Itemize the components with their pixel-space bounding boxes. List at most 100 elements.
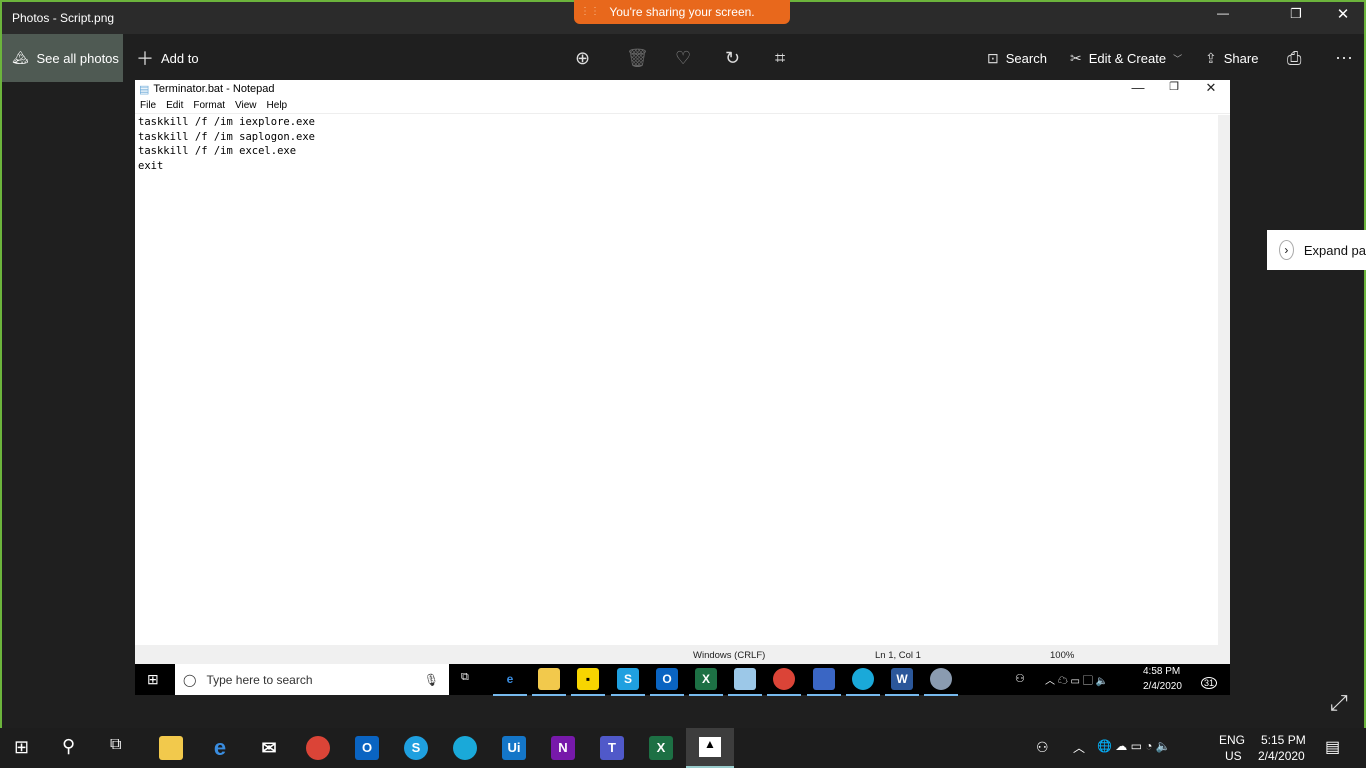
more-icon: ⋯ xyxy=(1335,47,1353,68)
clock-time[interactable]: 5:15 PM xyxy=(1261,733,1306,747)
windows-start-icon: ⊞ xyxy=(147,671,159,687)
expand-panel-button[interactable]: › Expand pa xyxy=(1267,230,1366,270)
outlook-button[interactable]: O xyxy=(355,736,379,760)
add-to-button[interactable]: ＋ Add to xyxy=(136,34,199,82)
notepad-menu-bar: File Edit Format View Help xyxy=(135,98,1230,114)
notepad-icon: ▤ xyxy=(139,83,150,96)
app-button[interactable] xyxy=(453,736,477,760)
screenshot-search-box: ◯ Type here to search 🎙 xyxy=(175,664,449,695)
region-indicator[interactable]: US xyxy=(1225,749,1242,763)
uipath-button[interactable]: Ui xyxy=(502,736,526,760)
paint-icon xyxy=(924,668,958,696)
share-button[interactable]: ⇪ Share xyxy=(1205,34,1258,82)
excel-icon: X xyxy=(689,668,723,696)
rotate-button[interactable]: ↻ xyxy=(725,34,740,82)
skype-icon: S xyxy=(611,668,645,696)
search-button[interactable]: ⚲ xyxy=(62,736,75,757)
teams-button[interactable]: T xyxy=(600,736,624,760)
word-icon: W xyxy=(885,668,919,696)
heart-icon: ♡ xyxy=(675,47,692,68)
print-button[interactable]: ⎙ xyxy=(1287,34,1301,82)
close-button[interactable]: ✕ xyxy=(1328,5,1358,23)
cortana-icon: ◯ xyxy=(183,672,197,687)
taskbar: ⊞ ⚲ ⧉ e ✉ O S Ui N T X ▲ ⚇ ︿ 🌐 ☁ ▭ ◔ 🔈 E… xyxy=(0,728,1366,768)
screenshot-taskbar: ⊞ ◯ Type here to search 🎙 ⧉ e ▪ S O X W ⚇ … xyxy=(135,664,1230,696)
app-icon xyxy=(846,668,880,696)
edge-button[interactable]: e xyxy=(208,736,232,760)
clock-date[interactable]: 2/4/2020 xyxy=(1258,749,1305,763)
search-icon: ⊡ xyxy=(987,49,999,66)
title-minimize-button[interactable]: — xyxy=(1208,6,1238,20)
edge-icon: e xyxy=(493,668,527,696)
plus-icon: ＋ xyxy=(136,49,154,69)
notepad-close-button: ✕ xyxy=(1205,80,1217,95)
print-icon: ⎙ xyxy=(1287,47,1302,68)
notepad-minimize-button: — xyxy=(1131,80,1145,95)
clock-time: 4:58 PM xyxy=(1143,666,1181,677)
see-all-photos-button[interactable]: 🏔 See all photos xyxy=(2,34,123,82)
window-title: Photos - Script.png xyxy=(12,11,115,25)
start-button[interactable]: ⊞ xyxy=(14,737,29,758)
photos-toolbar: 🏔 See all photos ＋ Add to ⊕ 🗑 ♡ ↻ ⌗ ⊡ Searc… xyxy=(2,34,1364,82)
sticky-notes-icon: ▪ xyxy=(571,668,605,696)
more-button[interactable]: ⋯ xyxy=(1335,34,1353,82)
zoom-button[interactable]: ⊕ xyxy=(575,34,590,82)
fullscreen-icon[interactable]: ⤢ xyxy=(1330,690,1348,716)
trash-icon: 🗑 xyxy=(626,47,649,68)
edit-icon: ✂ xyxy=(1070,49,1082,66)
maximize-button[interactable]: ❐ xyxy=(1281,6,1311,22)
excel-button[interactable]: X xyxy=(649,736,673,760)
clock-date: 2/4/2020 xyxy=(1143,681,1182,692)
crop-button[interactable]: ⌗ xyxy=(775,34,785,82)
notepad-text: taskkill /f /im iexplore.exe taskkill /f… xyxy=(138,116,316,172)
search-button[interactable]: ⊡ Search xyxy=(987,34,1047,82)
file-explorer-icon xyxy=(532,668,566,696)
screen-sharing-banner[interactable]: ⋮⋮ You're sharing your screen. xyxy=(574,0,790,24)
skype-button[interactable]: S xyxy=(404,736,428,760)
people-icon[interactable]: ⚇ xyxy=(1036,739,1049,756)
notepad-icon xyxy=(728,668,762,696)
microphone-icon: 🎙 xyxy=(423,672,439,687)
mail-button[interactable]: ✉ xyxy=(257,736,281,760)
delete-button[interactable]: 🗑 xyxy=(626,34,649,82)
zoom-status: 100% xyxy=(1050,650,1075,661)
show-hidden-icons[interactable]: ︿ xyxy=(1073,739,1085,756)
task-view-button[interactable]: ⧉ xyxy=(110,736,121,754)
tray-icons: ︿ ☁ ▭ ▢ 🔈 xyxy=(1045,676,1109,687)
cursor-position: Ln 1, Col 1 xyxy=(875,650,921,661)
notepad-screenshot: ▤ Terminator.bat - Notepad — ❐ ✕ File Edi… xyxy=(135,80,1230,665)
onenote-button[interactable]: N xyxy=(551,736,575,760)
notepad-scrollbar xyxy=(1218,115,1230,645)
image-icon: 🏔 xyxy=(12,50,29,65)
action-center-icon[interactable]: ▤ xyxy=(1325,737,1340,757)
notification-count: 31 xyxy=(1201,677,1218,689)
language-indicator[interactable]: ENG xyxy=(1219,733,1245,747)
file-explorer-button[interactable] xyxy=(159,736,183,760)
remote-desktop-icon xyxy=(807,668,841,696)
drag-handle-icon[interactable]: ⋮⋮ xyxy=(580,0,600,24)
chrome-icon xyxy=(767,668,801,696)
menu-file: File xyxy=(140,100,157,111)
chrome-button[interactable] xyxy=(306,736,330,760)
chevron-right-icon: › xyxy=(1279,240,1294,260)
menu-help: Help xyxy=(266,100,288,111)
favorite-button[interactable]: ♡ xyxy=(675,34,691,82)
people-icon: ⚇ xyxy=(1015,673,1025,685)
edit-create-button[interactable]: ✂ Edit & Create ﹀ xyxy=(1070,34,1182,82)
menu-format: Format xyxy=(193,100,226,111)
rotate-icon: ↻ xyxy=(725,47,741,68)
crop-icon: ⌗ xyxy=(775,47,786,68)
photos-icon: ▲ xyxy=(699,737,721,757)
encoding-status: Windows (CRLF) xyxy=(693,650,766,661)
notepad-maximize-button: ❐ xyxy=(1169,81,1179,93)
share-icon: ⇪ xyxy=(1205,49,1217,66)
zoom-in-icon: ⊕ xyxy=(575,47,591,68)
chevron-down-icon: ﹀ xyxy=(1173,53,1183,64)
menu-view: View xyxy=(235,100,257,111)
notepad-status-bar: Windows (CRLF) Ln 1, Col 1 100% xyxy=(135,645,1230,665)
tray-icons[interactable]: 🌐 ☁ ▭ ◔ 🔈 xyxy=(1097,739,1171,753)
notepad-title-bar: ▤ Terminator.bat - Notepad xyxy=(139,83,275,96)
task-view-icon: ⧉ xyxy=(461,671,469,683)
photos-button[interactable]: ▲ xyxy=(686,728,734,768)
outlook-icon: O xyxy=(650,668,684,696)
